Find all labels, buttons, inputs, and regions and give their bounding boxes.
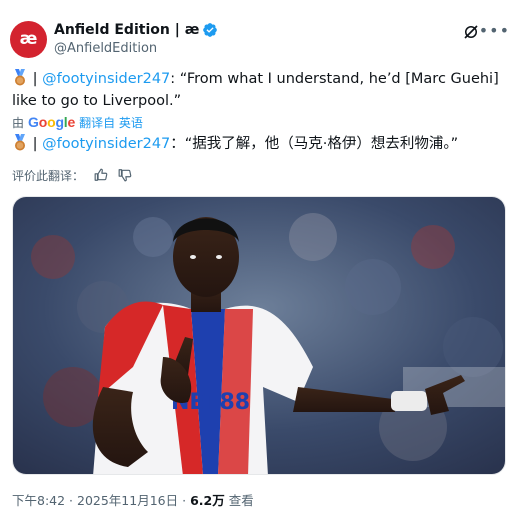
google-logo: Google xyxy=(28,114,76,130)
avatar[interactable]: æ xyxy=(10,21,47,58)
tweet-meta: 下午8:42 · 2025年11月16日 · 6.2万 查看 xyxy=(12,490,254,508)
views-label: 查看 xyxy=(228,492,254,508)
translated-mention-link[interactable]: @footyinsider247 xyxy=(42,136,170,152)
mention-link[interactable]: @footyinsider247 xyxy=(42,71,170,87)
timestamp[interactable]: 下午8:42 · 2025年11月16日 · xyxy=(12,490,186,509)
rate-translation: 评价此翻译： xyxy=(12,166,132,184)
player-photo: NET88 xyxy=(13,197,505,474)
name-row: Anfield Edition | æ xyxy=(54,21,218,39)
tweet-text: | @footyinsider247: “From what I underst… xyxy=(12,68,508,112)
bronze-medal-icon xyxy=(15,134,25,151)
translated-by-label: 由 xyxy=(12,115,25,130)
author-info: Anfield Edition | æ @AnfieldEdition xyxy=(54,21,218,56)
tweet-separator: | xyxy=(28,71,43,87)
thumbs-down-icon[interactable] xyxy=(118,168,132,182)
translated-text: | @footyinsider247：“据我了解，他（马克·格伊）想去利物浦。” xyxy=(12,133,508,155)
display-name[interactable]: Anfield Edition | æ xyxy=(54,22,199,38)
tweet-image[interactable]: NET88 xyxy=(12,196,506,475)
rate-label: 评价此翻译： xyxy=(12,168,85,183)
translated-from-link[interactable]: 翻译自 英语 xyxy=(79,114,143,131)
more-icon[interactable]: ••• xyxy=(479,21,510,40)
verified-badge-icon xyxy=(203,23,218,37)
grok-icon[interactable] xyxy=(462,23,480,41)
view-count: 6.2万 xyxy=(190,492,225,508)
thumbs-up-icon[interactable] xyxy=(94,168,108,182)
bronze-medal-icon xyxy=(15,69,25,86)
tweet-header: æ Anfield Edition | æ @AnfieldEdition ••… xyxy=(10,20,516,60)
translation-bar: 由 Google 翻译自 英语 xyxy=(12,114,143,130)
translated-body: ：“据我了解，他（马克·格伊）想去利物浦。” xyxy=(170,136,459,152)
translated-separator: | xyxy=(28,136,43,152)
handle[interactable]: @AnfieldEdition xyxy=(54,41,218,56)
